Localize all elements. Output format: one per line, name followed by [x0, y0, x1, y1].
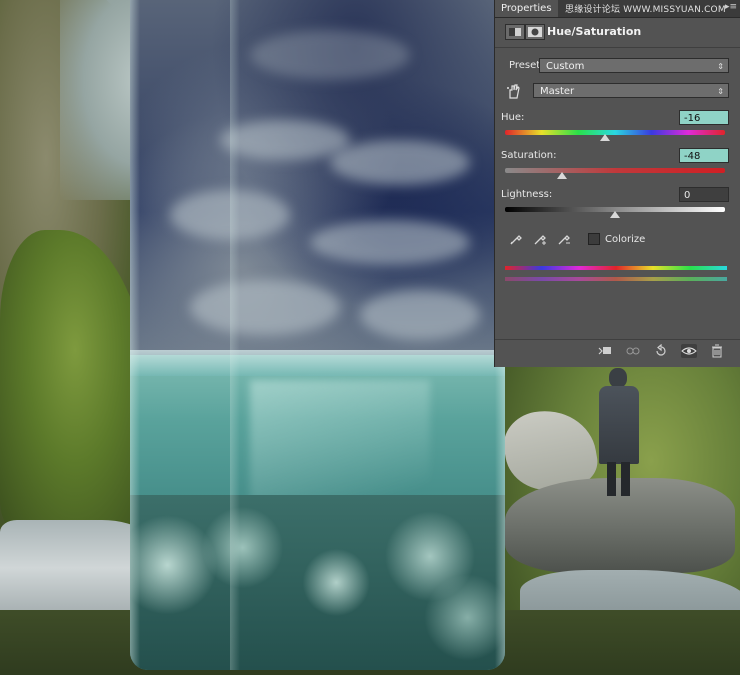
eyedropper-plus-icon[interactable]: [533, 232, 547, 246]
dropdown-arrows-icon: ⇕: [717, 87, 724, 96]
dropdown-arrows-icon: ⇕: [717, 62, 724, 71]
preset-value: Custom: [546, 61, 585, 72]
colorize-label: Colorize: [605, 234, 646, 245]
reset-icon[interactable]: [653, 343, 669, 358]
preset-dropdown[interactable]: Custom ⇕: [539, 58, 729, 73]
adjustment-title: Hue/Saturation: [547, 25, 642, 38]
glass-facet: [230, 0, 240, 670]
clip-to-layer-icon[interactable]: [597, 344, 613, 358]
water-surface: [130, 350, 505, 376]
saturation-input[interactable]: -48: [679, 148, 729, 163]
output-color-bar: [505, 277, 727, 281]
night-sky-clouds: [130, 0, 505, 360]
mask-icon[interactable]: [525, 24, 545, 40]
tab-properties[interactable]: Properties: [495, 0, 558, 17]
saturation-slider-track[interactable]: [505, 168, 725, 173]
glass-bottle: [130, 0, 505, 670]
hue-input[interactable]: -16: [679, 110, 729, 125]
adjustment-header: Hue/Saturation: [495, 18, 740, 46]
lightness-label: Lightness:: [501, 189, 553, 200]
panel-menu-icon[interactable]: ▸≡: [725, 2, 737, 12]
hue-label: Hue:: [501, 112, 525, 123]
hue-slider-thumb[interactable]: [600, 134, 611, 141]
lightness-slider-thumb[interactable]: [610, 211, 620, 218]
glass-edge-left: [130, 0, 140, 670]
eyedropper-minus-icon[interactable]: [557, 232, 571, 246]
eyedropper-icon[interactable]: [509, 232, 523, 246]
panel-bottom-toolbar: [495, 339, 740, 362]
eye-icon[interactable]: [681, 344, 697, 358]
header-divider: [495, 47, 740, 48]
trash-icon[interactable]: [709, 344, 725, 358]
man-in-coat: [595, 368, 643, 498]
panel-tabbar: Properties 思缘设计论坛 WWW.MISSYUAN.COM ▸≡: [495, 0, 740, 18]
colorize-checkbox[interactable]: [588, 233, 600, 245]
adjustment-layer-icon[interactable]: [505, 24, 525, 40]
properties-panel: Properties 思缘设计论坛 WWW.MISSYUAN.COM ▸≡ Hu…: [494, 0, 740, 367]
input-color-bar: [505, 266, 727, 270]
watermark-text: 思缘设计论坛 WWW.MISSYUAN.COM: [565, 5, 726, 15]
saturation-label: Saturation:: [501, 150, 557, 161]
channel-value: Master: [540, 86, 575, 97]
channel-dropdown[interactable]: Master ⇕: [533, 83, 729, 98]
coral-reef: [130, 495, 505, 670]
hue-slider-track[interactable]: [505, 130, 725, 135]
saturation-slider-thumb[interactable]: [557, 172, 568, 179]
targeted-adjustment-hand-icon[interactable]: [505, 82, 523, 100]
view-previous-state-icon[interactable]: [625, 344, 641, 358]
lightness-input[interactable]: 0: [679, 187, 729, 202]
